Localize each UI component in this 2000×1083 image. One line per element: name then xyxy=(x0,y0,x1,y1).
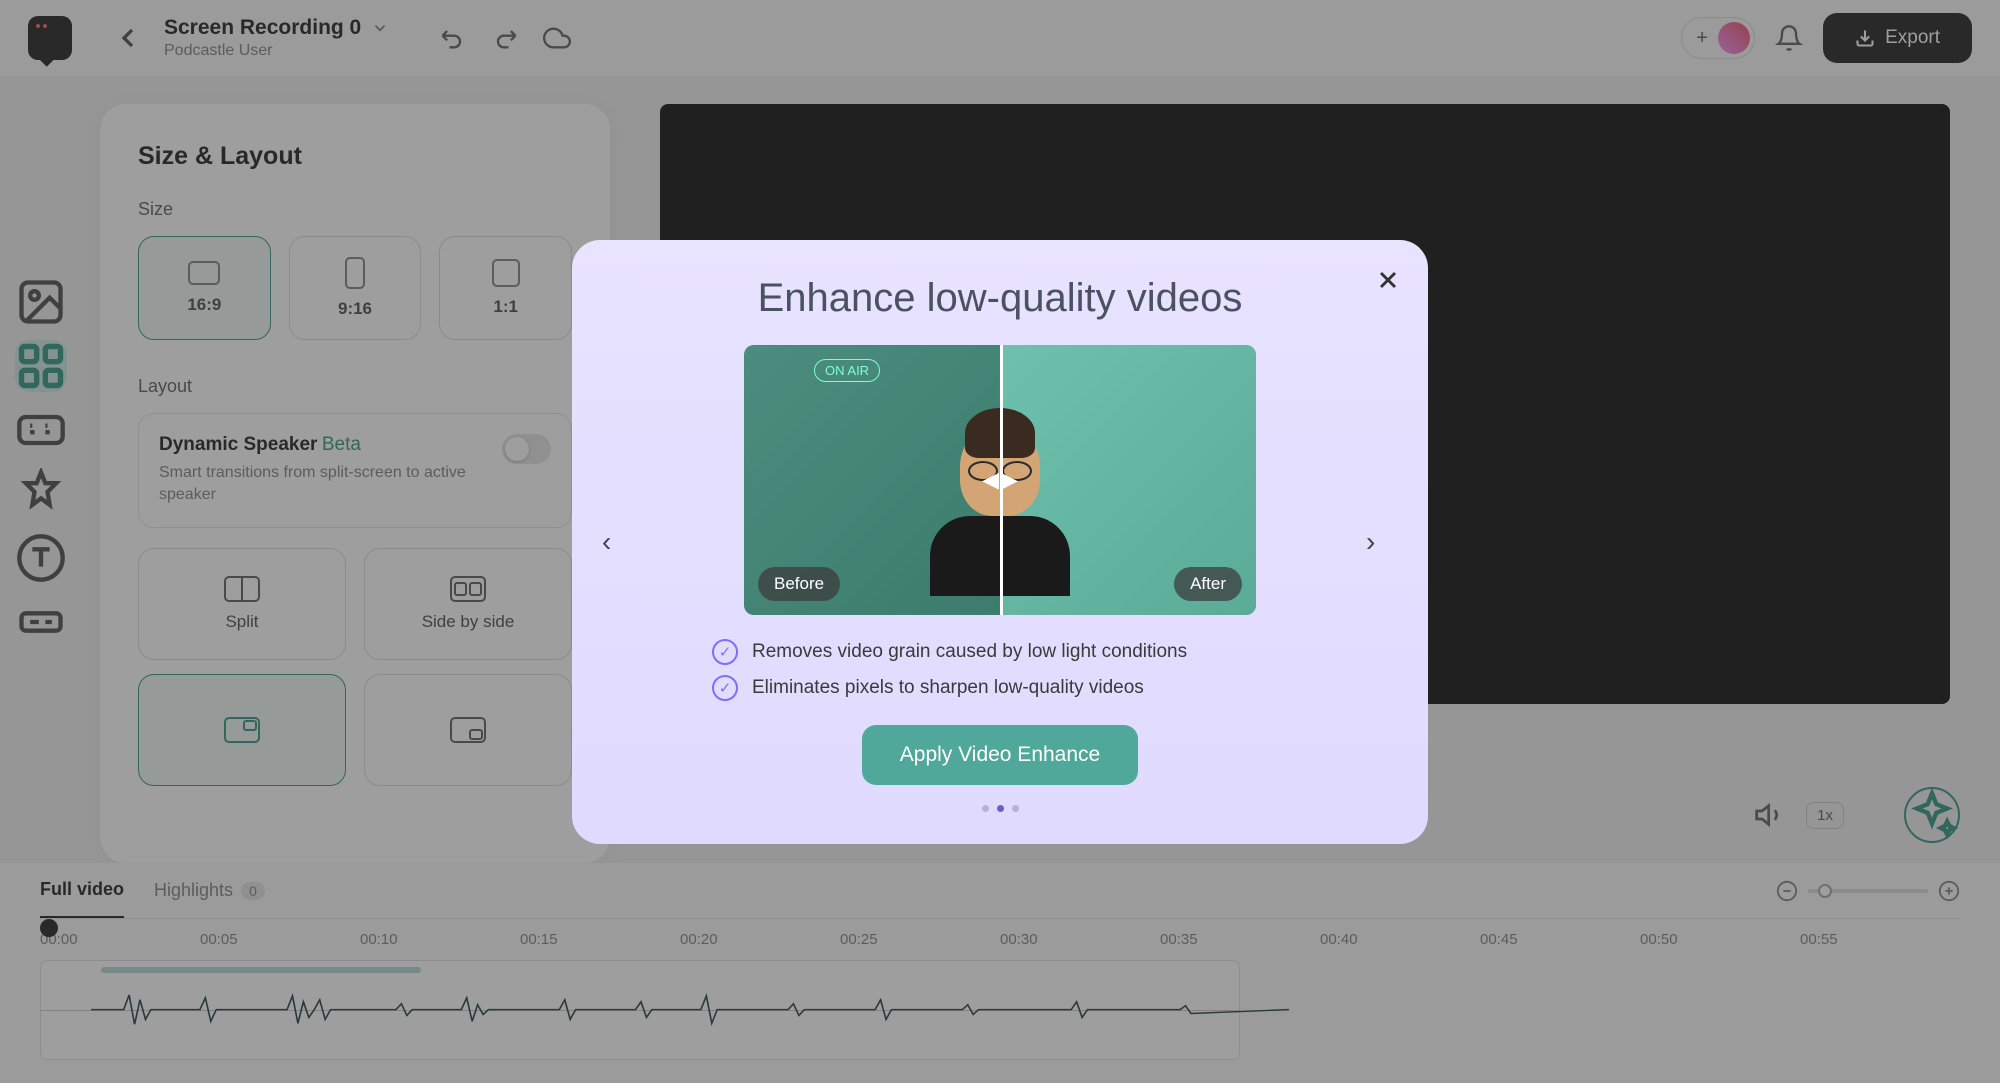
feature-bullet: ✓ Removes video grain caused by low ligh… xyxy=(712,639,1388,665)
apply-enhance-button[interactable]: Apply Video Enhance xyxy=(862,725,1138,785)
check-icon: ✓ xyxy=(712,639,738,665)
before-after-compare[interactable]: ON AIR ◀▶ Before After xyxy=(744,345,1256,615)
check-icon: ✓ xyxy=(712,675,738,701)
before-label: Before xyxy=(758,567,840,601)
close-button[interactable] xyxy=(1374,266,1402,294)
compare-handle-icon[interactable]: ◀▶ xyxy=(982,467,1018,493)
modal-prev-button[interactable]: ‹ xyxy=(602,526,634,558)
modal-next-button[interactable]: › xyxy=(1366,526,1398,558)
modal-title: Enhance low-quality videos xyxy=(612,276,1388,321)
carousel-dot[interactable] xyxy=(982,805,989,812)
carousel-dots xyxy=(612,805,1388,812)
enhance-modal: Enhance low-quality videos ‹ › ON AIR ◀▶… xyxy=(572,240,1428,844)
after-label: After xyxy=(1174,567,1242,601)
carousel-dot[interactable] xyxy=(1012,805,1019,812)
modal-overlay[interactable]: Enhance low-quality videos ‹ › ON AIR ◀▶… xyxy=(0,0,2000,1083)
neon-sign: ON AIR xyxy=(814,359,880,382)
carousel-dot[interactable] xyxy=(997,805,1004,812)
feature-bullet: ✓ Eliminates pixels to sharpen low-quali… xyxy=(712,675,1388,701)
